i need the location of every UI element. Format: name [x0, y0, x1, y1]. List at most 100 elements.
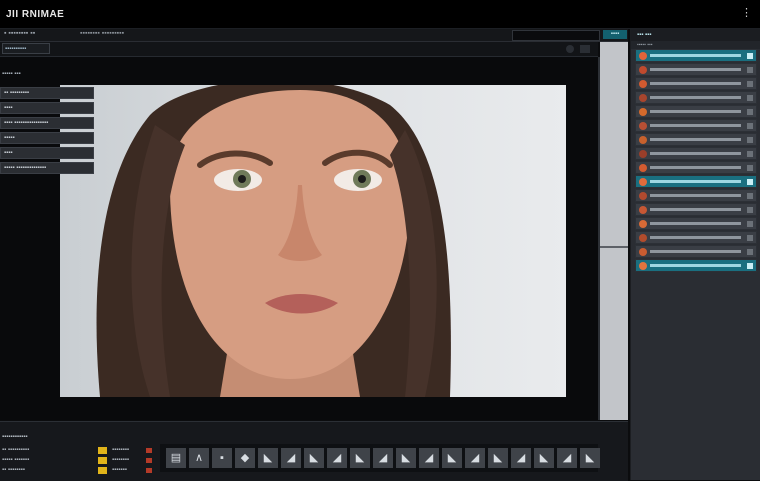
- layers-panel-header: ▪▪▪ ▪▪▪: [631, 29, 760, 41]
- timeline-frame[interactable]: ◢: [465, 448, 485, 468]
- visibility-icon[interactable]: [747, 248, 753, 255]
- image-canvas[interactable]: [60, 85, 566, 397]
- timeline-track-label[interactable]: ▪▪ ▪▪▪▪▪▪▪▪▪▪: [2, 447, 72, 453]
- visibility-icon[interactable]: [747, 220, 753, 227]
- visibility-icon[interactable]: [747, 178, 753, 185]
- timeline-frame[interactable]: ∧: [189, 448, 209, 468]
- layer-row[interactable]: [635, 203, 757, 216]
- viewport-label: ▪▪▪▪▪ ▪▪▪: [2, 71, 21, 77]
- layers-panel-subheader: ▪▪▪▪▪ ▪▪▪: [631, 41, 760, 49]
- layer-thumbnail: [639, 79, 647, 88]
- layer-thumbnail: [639, 177, 647, 186]
- layer-row[interactable]: [635, 49, 757, 62]
- timeline-frame[interactable]: ◣: [304, 448, 324, 468]
- record-marker[interactable]: [146, 458, 152, 463]
- layer-thumbnail: [639, 247, 647, 256]
- timeline-frame[interactable]: ◣: [442, 448, 462, 468]
- document-tab-bar: ▪▪▪▪▪▪▪▪▪▪: [0, 42, 598, 57]
- layer-row[interactable]: [635, 63, 757, 76]
- layer-row[interactable]: [635, 77, 757, 90]
- timeline-frame[interactable]: ◣: [488, 448, 508, 468]
- properties-panel: ▪▪ ▪▪▪▪▪▪▪▪▪ ▪▪▪▪ ▪▪▪▪ ▪▪▪▪▪▪▪▪▪▪▪▪▪▪▪▪ …: [0, 87, 96, 177]
- visibility-icon[interactable]: [747, 66, 753, 73]
- timeline-frame[interactable]: ◣: [350, 448, 370, 468]
- visibility-icon[interactable]: [747, 150, 753, 157]
- visibility-icon[interactable]: [747, 122, 753, 129]
- timeline-header: ▪▪▪▪▪▪▪▪▪▪▪▪: [2, 434, 28, 440]
- layer-row[interactable]: [635, 119, 757, 132]
- timeline-frame[interactable]: ◢: [557, 448, 577, 468]
- visibility-icon[interactable]: [747, 206, 753, 213]
- mode-badge[interactable]: ▪▪▪▪: [603, 30, 627, 39]
- visibility-icon[interactable]: [747, 52, 753, 59]
- record-marker[interactable]: [146, 448, 152, 453]
- timeline-frame[interactable]: ◣: [258, 448, 278, 468]
- timeline-frame[interactable]: ▤: [166, 448, 186, 468]
- keyframe-marker[interactable]: [98, 457, 107, 464]
- window-icon[interactable]: [580, 45, 590, 53]
- timeline-track-label[interactable]: ▪▪▪▪▪▪▪▪: [112, 457, 146, 463]
- visibility-icon[interactable]: [747, 94, 753, 101]
- layer-row[interactable]: [635, 161, 757, 174]
- layer-thumbnail: [639, 93, 647, 102]
- layer-thumbnail: [639, 135, 647, 144]
- timeline-track-label[interactable]: ▪▪▪▪▪▪▪▪: [112, 447, 146, 453]
- property-row[interactable]: ▪▪▪▪▪ ▪▪▪▪▪▪▪▪▪▪▪▪▪▪: [0, 162, 94, 174]
- toolstrip: ▪ ▪▪▪▪▪▪▪▪ ▪▪ ▪▪▪▪▪▪▪▪ ▪▪▪▪▪▪▪▪▪ ▪▪▪▪: [0, 29, 628, 42]
- timeline-frame[interactable]: ◢: [281, 448, 301, 468]
- layers-panel: ▪▪▪ ▪▪▪ ▪▪▪▪▪ ▪▪▪: [630, 29, 760, 480]
- property-row[interactable]: ▪▪▪▪▪: [0, 132, 94, 144]
- toolstrip-mid-text[interactable]: ▪▪▪▪▪▪▪▪ ▪▪▪▪▪▪▪▪▪: [80, 30, 124, 37]
- settings-icon[interactable]: [566, 45, 574, 53]
- overflow-menu-icon[interactable]: ⋮: [741, 6, 752, 19]
- keyframe-marker[interactable]: [98, 447, 107, 454]
- timeline-track-label[interactable]: ▪▪ ▪▪▪▪▪▪▪▪: [2, 467, 72, 473]
- visibility-icon[interactable]: [747, 164, 753, 171]
- layer-row[interactable]: [635, 259, 757, 272]
- layer-row[interactable]: [635, 189, 757, 202]
- layer-row[interactable]: [635, 147, 757, 160]
- timeline-frame[interactable]: ◢: [327, 448, 347, 468]
- visibility-icon[interactable]: [747, 108, 753, 115]
- timeline-frame[interactable]: ◣: [396, 448, 416, 468]
- portrait-image: [96, 85, 451, 397]
- layer-row[interactable]: [635, 175, 757, 188]
- keyframe-marker[interactable]: [98, 467, 107, 474]
- visibility-icon[interactable]: [747, 234, 753, 241]
- layer-row[interactable]: [635, 217, 757, 230]
- layer-row[interactable]: [635, 245, 757, 258]
- layer-name: [650, 54, 741, 57]
- scroll-strip[interactable]: [600, 42, 628, 420]
- layer-thumbnail: [639, 191, 647, 200]
- visibility-icon[interactable]: [747, 80, 753, 87]
- timeline-frame[interactable]: ▪: [212, 448, 232, 468]
- zoom-field[interactable]: [512, 30, 600, 41]
- visibility-icon[interactable]: [747, 192, 753, 199]
- document-tab[interactable]: ▪▪▪▪▪▪▪▪▪▪: [2, 43, 50, 54]
- layer-row[interactable]: [635, 91, 757, 104]
- timeline-frame[interactable]: ◢: [373, 448, 393, 468]
- timeline: ▪▪▪▪▪▪▪▪▪▪▪▪ ▪▪ ▪▪▪▪▪▪▪▪▪▪ ▪▪▪▪▪▪▪▪ ▪▪▪▪…: [0, 421, 628, 481]
- layer-name: [650, 264, 741, 267]
- layer-name: [650, 180, 741, 183]
- layer-row[interactable]: [635, 133, 757, 146]
- layer-row[interactable]: [635, 231, 757, 244]
- property-row[interactable]: ▪▪▪▪: [0, 102, 94, 114]
- property-row[interactable]: ▪▪▪▪ ▪▪▪▪▪▪▪▪▪▪▪▪▪▪▪▪: [0, 117, 94, 129]
- timeline-track-label[interactable]: ▪▪▪▪▪▪▪: [112, 467, 146, 473]
- timeline-frame[interactable]: ◆: [235, 448, 255, 468]
- record-marker[interactable]: [146, 468, 152, 473]
- layer-row[interactable]: [635, 105, 757, 118]
- timeline-frame[interactable]: ◢: [511, 448, 531, 468]
- timeline-track-label[interactable]: ▪▪▪▪▪ ▪▪▪▪▪▪▪: [2, 457, 72, 463]
- timeline-frame[interactable]: ◢: [419, 448, 439, 468]
- app-title: JII RNIMAE: [6, 8, 65, 20]
- timeline-frame[interactable]: ◣: [580, 448, 600, 468]
- property-row[interactable]: ▪▪▪▪: [0, 147, 94, 159]
- toolstrip-left-text[interactable]: ▪ ▪▪▪▪▪▪▪▪ ▪▪: [4, 30, 35, 37]
- layer-name: [650, 222, 741, 225]
- timeline-frame[interactable]: ◣: [534, 448, 554, 468]
- visibility-icon[interactable]: [747, 262, 753, 269]
- property-row[interactable]: ▪▪ ▪▪▪▪▪▪▪▪▪: [0, 87, 94, 99]
- visibility-icon[interactable]: [747, 136, 753, 143]
